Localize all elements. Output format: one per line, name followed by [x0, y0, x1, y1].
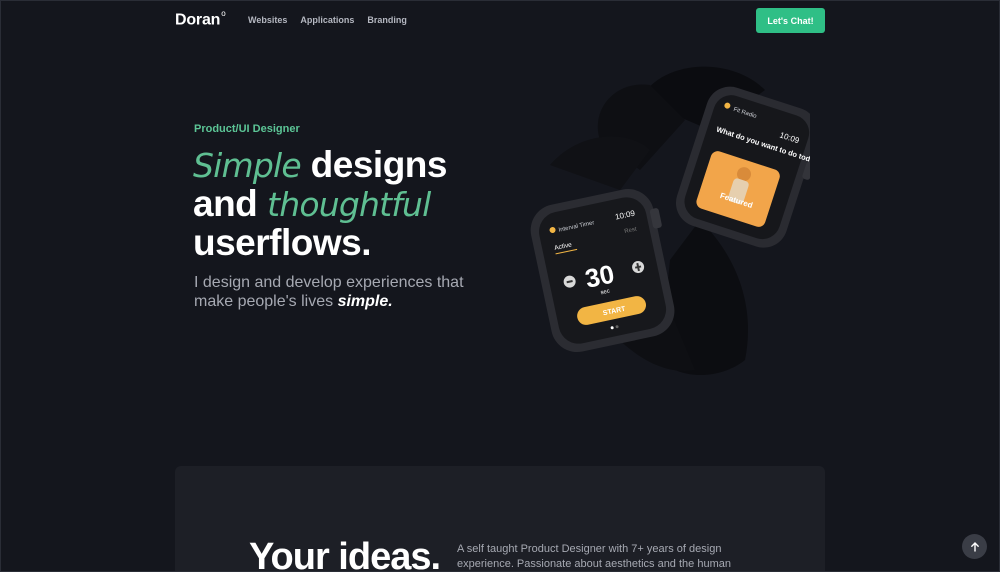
nav-link-branding[interactable]: Branding	[367, 15, 407, 25]
hero-eyebrow: Product/UI Designer	[194, 123, 300, 135]
hero-headline: Simple designs and thoughtful userflows.	[193, 144, 448, 263]
logo[interactable]: Dorano	[175, 9, 226, 29]
lets-chat-button[interactable]: Let's Chat!	[756, 8, 825, 33]
smartwatch-illustration: Fit Radio 10:09 What do you want to do t…	[530, 66, 810, 375]
section-heading: Your ideas.	[249, 536, 441, 572]
bio-text: A self taught Product Designer with 7+ y…	[457, 543, 731, 570]
arrow-up-icon	[970, 541, 979, 552]
nav-link-websites[interactable]: Websites	[248, 15, 287, 25]
nav-links: Websites Applications Branding	[248, 15, 407, 25]
nav-link-applications[interactable]: Applications	[300, 15, 354, 25]
watch-front-value: 30	[582, 259, 617, 294]
scroll-to-top-button[interactable]	[962, 534, 987, 559]
top-nav: Dorano Websites Applications Branding Le…	[175, 8, 825, 33]
hero-subtitle: I design and develop experiences that ma…	[194, 274, 464, 310]
